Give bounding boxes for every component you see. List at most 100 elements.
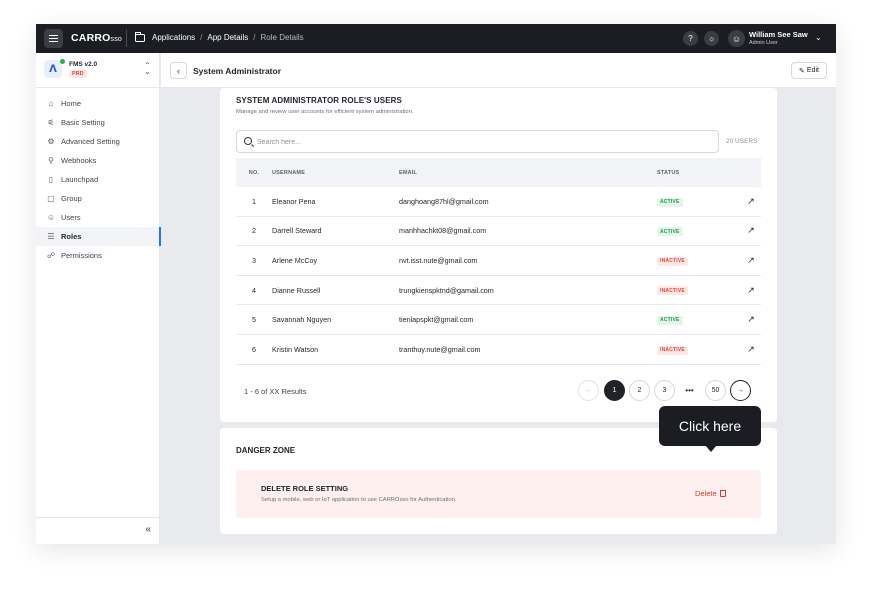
table-header: NO. USERNAME EMAIL STATUS [236, 158, 761, 187]
table-row[interactable]: 4 Dianne Russell trungkienspktnd@gamail.co… [236, 276, 761, 306]
sidebar: ᐱ FMS v2.0 PRD ⌃ ⌄ ⌂ Home ⚟ Basic Setting ⚙… [36, 53, 161, 544]
pagination-page-last[interactable]: 50 [705, 380, 726, 401]
row-status: INACTIVE [657, 344, 741, 355]
row-email: trungkienspktnd@gamail.com [399, 285, 494, 295]
menu-button[interactable] [44, 29, 63, 48]
table-row[interactable]: 3 Arlene McCoy nvt.isst.nute@gmail.com INAC… [236, 246, 761, 276]
table-row[interactable]: 5 Savannah Nguyen tienlapspkt@gmail.com ACT… [236, 305, 761, 335]
pagination-prev-button[interactable]: ← [578, 380, 599, 401]
column-header-username: USERNAME [272, 169, 306, 176]
app-switcher[interactable]: ᐱ FMS v2.0 PRD ⌃ ⌄ [36, 53, 160, 88]
pagination-ellipsis: ••• [679, 380, 700, 401]
pagination-page-1[interactable]: 1 [604, 380, 625, 401]
user-avatar-icon[interactable]: ☺ [728, 30, 745, 47]
row-number: 5 [252, 315, 256, 325]
column-header-email: EMAIL [399, 169, 418, 176]
sidebar-item-label: Roles [61, 232, 82, 241]
sidebar-item-users[interactable]: ☺ Users [36, 208, 160, 227]
sliders-icon: ⚟ [47, 118, 55, 127]
breadcrumb-app-details[interactable]: App Details [207, 33, 248, 42]
sidebar-item-group[interactable]: ▢ Group [36, 189, 160, 208]
pagination-page-3[interactable]: 3 [654, 380, 675, 401]
page-header: ‹ System Administrator ✎ Edit [161, 53, 836, 88]
sidebar-item-label: Permissions [61, 251, 102, 260]
row-number: 2 [252, 226, 256, 236]
delete-button[interactable]: Delete [695, 489, 726, 498]
open-arrow-icon[interactable]: ↗ [741, 196, 761, 207]
open-arrow-icon[interactable]: ↗ [741, 225, 761, 236]
row-username: Savannah Nguyen [272, 315, 332, 325]
sidebar-item-label: Home [61, 99, 82, 108]
users-table: NO. USERNAME EMAIL STATUS 1 Eleanor Pena d… [236, 158, 761, 365]
sidebar-item-webhooks[interactable]: ⚲ Webhooks [36, 151, 160, 170]
sidebar-item-home[interactable]: ⌂ Home [36, 94, 160, 113]
app-logo-icon: ᐱ [44, 60, 62, 78]
pagination-next-button[interactable]: → [730, 380, 751, 401]
status-badge: INACTIVE [657, 286, 688, 296]
app-logo[interactable]: CARROsso [71, 32, 122, 44]
theme-toggle-icon[interactable]: ☼ [704, 31, 719, 46]
row-number: 3 [252, 255, 256, 265]
sidebar-item-label: Webhooks [61, 156, 97, 165]
trash-icon [719, 490, 726, 497]
row-username: Darrell Steward [272, 226, 322, 236]
breadcrumb: Applications / App Details / Role Detail… [135, 31, 304, 42]
sidebar-item-advanced-setting[interactable]: ⚙ Advanced Setting [36, 132, 160, 151]
env-badge: PRD [69, 70, 87, 78]
app-name: FMS v2.0 [69, 61, 98, 68]
sidebar-item-label: Launchpad [61, 175, 99, 184]
sidebar-item-launchpad[interactable]: ▯ Launchpad [36, 170, 160, 189]
sidebar-item-label: Basic Setting [61, 118, 105, 127]
table-row[interactable]: 6 Kristin Watson tranthuy.nute@gmail.com IN… [236, 335, 761, 365]
edit-button-label: Edit [806, 67, 819, 74]
sidebar-item-roles[interactable]: ☰ Roles [36, 227, 161, 246]
switch-chevron-icon[interactable]: ⌃ ⌄ [144, 62, 151, 76]
delete-role-description: Setup a mobile, web or IoT application t… [261, 497, 457, 503]
sidebar-item-label: Users [61, 213, 81, 222]
table-row[interactable]: 2 Darrell Steward manhhachkt08@gmail.com AC… [236, 217, 761, 247]
open-arrow-icon[interactable]: ↗ [741, 314, 761, 325]
edit-button[interactable]: ✎ Edit [791, 62, 827, 79]
column-header-no: NO. [248, 169, 260, 176]
sidebar-nav: ⌂ Home ⚟ Basic Setting ⚙ Advanced Setting ⚲… [36, 94, 161, 265]
status-badge: ACTIVE [657, 227, 683, 237]
row-number: 1 [252, 196, 256, 206]
status-badge: INACTIVE [657, 345, 688, 355]
search-input[interactable] [257, 135, 697, 149]
open-arrow-icon[interactable]: ↗ [741, 255, 761, 266]
roles-icon: ☰ [47, 232, 55, 241]
group-icon: ▢ [47, 194, 55, 203]
row-status: ACTIVE [657, 226, 741, 237]
sidebar-item-permissions[interactable]: ☍ Permissions [36, 246, 160, 265]
column-header-status: STATUS [657, 169, 680, 176]
open-arrow-icon[interactable]: ↗ [741, 285, 761, 296]
breadcrumb-applications[interactable]: Applications [152, 33, 195, 42]
delete-role-panel: DELETE ROLE SETTING Setup a mobile, web … [236, 470, 761, 518]
row-status: ACTIVE [657, 196, 741, 207]
pagination-page-2[interactable]: 2 [629, 380, 650, 401]
table-row[interactable]: 1 Eleanor Pena danghoang87hl@gmail.com ACTI… [236, 187, 761, 217]
webhook-icon: ⚲ [48, 156, 54, 165]
chevron-left-icon: ‹ [177, 65, 180, 76]
open-arrow-icon[interactable]: ↗ [741, 344, 761, 355]
hamburger-icon [49, 35, 58, 42]
search-box[interactable] [236, 130, 719, 153]
status-badge: ACTIVE [657, 197, 683, 207]
pencil-icon: ✎ [799, 67, 805, 75]
sidebar-item-basic-setting[interactable]: ⚟ Basic Setting [36, 113, 160, 132]
topbar-divider [126, 30, 127, 47]
online-status-dot [60, 59, 65, 64]
row-email: tranthuy.nute@gmail.com [399, 344, 481, 354]
results-summary: 1 - 6 of XX Results [244, 387, 307, 396]
row-status: INACTIVE [657, 285, 741, 296]
row-email: manhhachkt08@gmail.com [399, 226, 487, 236]
chevron-down-icon[interactable]: ⌄ [815, 33, 822, 42]
back-button[interactable]: ‹ [170, 62, 187, 79]
home-icon: ⌂ [48, 99, 54, 108]
row-status: INACTIVE [657, 255, 741, 266]
role-users-card: SYSTEM ADMINISTRATOR ROLE'S USERS Manage… [220, 88, 777, 422]
row-username: Eleanor Pena [272, 196, 316, 206]
collapse-icon[interactable]: « [145, 524, 151, 535]
user-name[interactable]: William See Saw [749, 30, 808, 39]
help-icon[interactable]: ? [683, 31, 698, 46]
